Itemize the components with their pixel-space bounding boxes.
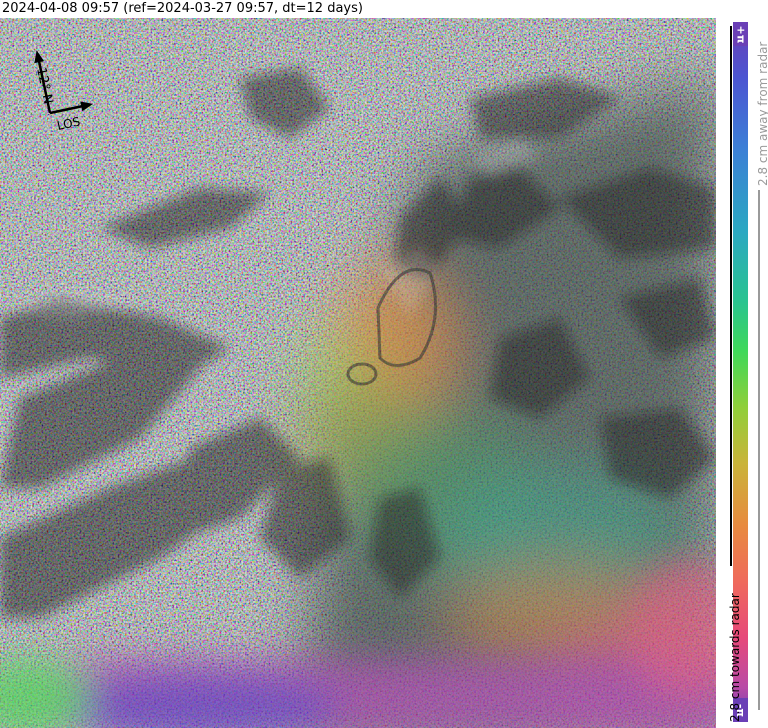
away-from-radar-arrow-line	[758, 190, 760, 710]
towards-radar-arrow-line	[730, 26, 732, 566]
towards-radar-label: 2.8 cm towards radar	[728, 593, 742, 722]
image-title: 2024-04-08 09:57 (ref=2024-03-27 09:57, …	[2, 1, 363, 16]
colorbar-top-symbol: +π	[733, 22, 748, 46]
los-label: LOS	[56, 114, 82, 133]
interferogram-map: -12° N LOS	[0, 18, 716, 728]
away-from-radar-label: 2.8 cm away from radar	[756, 41, 768, 186]
compass: -12° N LOS	[32, 50, 94, 133]
north-label: -12° N	[32, 62, 55, 106]
